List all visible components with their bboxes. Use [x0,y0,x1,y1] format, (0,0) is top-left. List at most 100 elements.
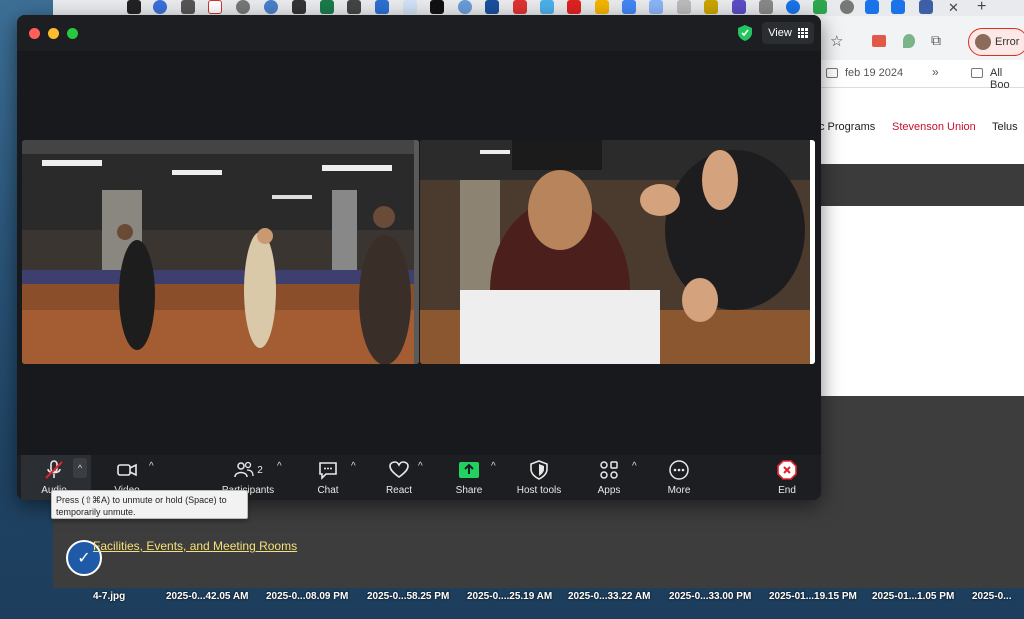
desktop-file[interactable]: 2025-0...42.05 AM [166,591,248,602]
tab-favicon[interactable] [622,0,636,14]
footer-link[interactable]: Facilities, Events, and Meeting Rooms [93,539,297,553]
share-options-chevron-icon[interactable]: ^ [491,461,496,472]
tab-favicon[interactable] [347,0,361,14]
profile-label: Error [995,36,1020,48]
end-call-icon [776,459,798,481]
share-button[interactable]: Share [454,459,484,496]
desktop-file[interactable]: 2025-0... [972,591,1011,602]
desktop-file[interactable]: 2025-01...19.15 PM [769,591,857,602]
tab-favicon[interactable] [208,0,222,14]
tab-favicon[interactable] [759,0,773,14]
heart-icon [388,459,410,481]
tab-favicon[interactable] [127,0,141,14]
tab-favicon[interactable] [732,0,746,14]
avatar [975,34,991,50]
participants-options-chevron-icon[interactable]: ^ [277,461,282,472]
desktop-file[interactable]: 2025-0...58.25 PM [367,591,449,602]
participant-video-tile[interactable] [420,140,815,364]
minimize-window-icon[interactable] [48,28,59,39]
tab-strip: ✕ + [53,0,1024,16]
window-titlebar: View [17,15,821,51]
nav-link[interactable]: Stevenson Union [892,121,976,133]
apps-button[interactable]: Apps [596,459,622,496]
desktop-file[interactable]: 2025-0....25.19 AM [467,591,552,602]
apps-options-chevron-icon[interactable]: ^ [632,461,637,472]
maximize-window-icon[interactable] [67,28,78,39]
tab-favicon[interactable] [403,0,417,14]
participants-icon: 2 [233,459,263,481]
desktop-file[interactable]: 2025-0...08.09 PM [266,591,348,602]
desktop-file[interactable]: 2025-0...33.00 PM [669,591,751,602]
extension-icon[interactable] [872,35,886,47]
host-tools-button[interactable]: Host tools [512,459,566,496]
audio-options-chevron-icon[interactable]: ^ [73,458,87,478]
tab-favicon[interactable] [375,0,389,14]
desktop-file[interactable]: 2025-0...33.22 AM [568,591,650,602]
tab-favicon[interactable] [264,0,278,14]
tab-favicon[interactable] [704,0,718,14]
chat-label: Chat [317,485,339,496]
participant-video-tile[interactable] [22,140,419,364]
host-tools-label: Host tools [516,485,562,496]
bookmark-folder[interactable]: feb 19 2024 [845,67,903,79]
nav-link[interactable]: c Programs [819,121,875,133]
tab-favicon[interactable] [181,0,195,14]
tab-favicon[interactable] [236,0,250,14]
folder-icon [971,68,983,78]
zoom-meeting-window: View ^ ^ 2 Participants ^ Chat ^ React ^… [17,15,821,500]
video-options-chevron-icon[interactable]: ^ [149,461,154,472]
close-window-icon[interactable] [29,28,40,39]
new-tab-icon[interactable]: + [977,0,986,16]
tab-favicon[interactable] [840,0,854,14]
profile-button[interactable]: Error [968,28,1024,56]
desktop-file[interactable]: 2025-01...1.05 PM [872,591,954,602]
tab-favicon[interactable] [320,0,334,14]
end-label: End [778,485,796,496]
tab-favicon[interactable] [595,0,609,14]
desktop-file-labels: 4-7.jpg 2025-0...42.05 AM 2025-0...08.09… [0,585,1024,607]
tab-favicon[interactable] [891,0,905,14]
muted-microphone-icon [43,459,65,481]
more-bookmarks-icon[interactable]: » [932,65,939,79]
react-button[interactable]: React [383,459,415,496]
chat-button[interactable]: Chat [315,459,341,496]
apps-icon [598,459,620,481]
tab-favicon[interactable] [677,0,691,14]
participants-count: 2 [257,464,263,476]
tab-favicon[interactable] [865,0,879,14]
end-meeting-button[interactable]: End [776,459,798,496]
more-ellipsis-icon [668,459,690,481]
chat-options-chevron-icon[interactable]: ^ [351,461,356,472]
tab-favicon[interactable] [540,0,554,14]
grid-icon [797,28,808,38]
view-button[interactable]: View [762,22,814,44]
share-screen-icon [458,459,480,481]
tab-favicon[interactable] [292,0,306,14]
react-options-chevron-icon[interactable]: ^ [418,461,423,472]
apps-label: Apps [597,485,621,496]
folder-icon [826,68,838,78]
tab-favicon[interactable] [919,0,933,14]
desktop-file[interactable]: 4-7.jpg [93,591,125,602]
tab-favicon[interactable] [485,0,499,14]
tab-favicon[interactable] [649,0,663,14]
close-tab-icon[interactable]: ✕ [948,0,959,16]
location-pin-icon[interactable] [903,34,915,48]
video-camera-icon [116,459,138,481]
host-shield-icon [528,459,550,481]
bookmark-star-icon[interactable]: ☆ [830,32,843,50]
view-label: View [768,27,792,39]
tab-favicon[interactable] [513,0,527,14]
tab-favicon[interactable] [567,0,581,14]
encryption-shield-icon[interactable] [738,25,752,41]
tab-favicon[interactable] [786,0,800,14]
chat-bubble-icon [317,459,339,481]
tab-favicon[interactable] [813,0,827,14]
tab-favicon[interactable] [153,0,167,14]
share-label: Share [455,485,483,496]
nav-link[interactable]: Telus [992,121,1018,133]
tab-favicon[interactable] [458,0,472,14]
more-button[interactable]: More [665,459,693,496]
tab-favicon[interactable] [430,0,444,14]
puzzle-icon[interactable]: ⧉ [931,32,941,49]
